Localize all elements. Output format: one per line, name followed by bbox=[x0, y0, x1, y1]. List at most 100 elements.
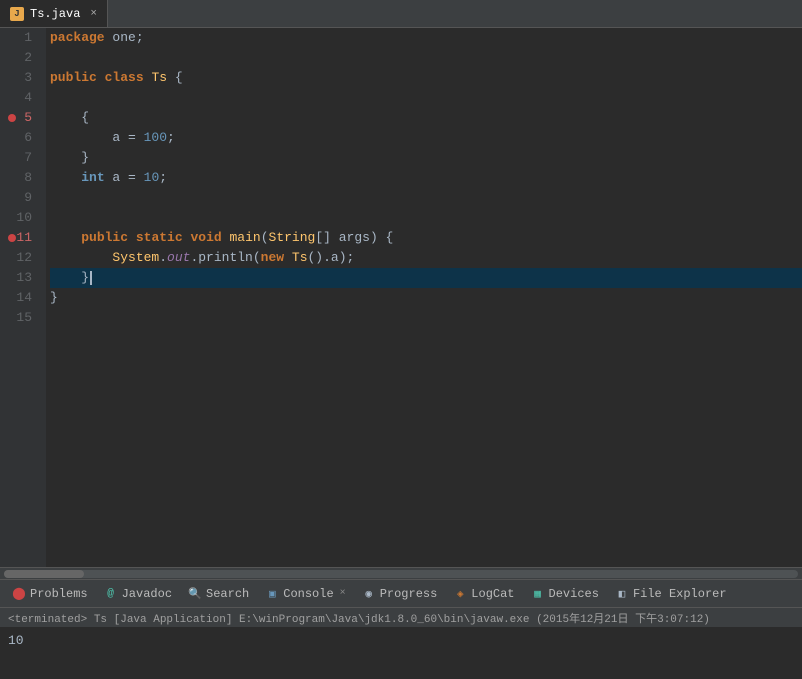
token-plain: [] args) { bbox=[315, 228, 393, 248]
logcat-label: LogCat bbox=[471, 587, 514, 601]
token-kw-static: static bbox=[136, 228, 183, 248]
btab-devices[interactable]: ▦Devices bbox=[523, 580, 607, 607]
editor-main: 123456789101112131415 package one; publi… bbox=[0, 28, 802, 567]
line-number-6: 6 bbox=[8, 128, 38, 148]
search-label: Search bbox=[206, 587, 249, 601]
code-line-5: { bbox=[50, 108, 802, 128]
code-line-3: public class Ts { bbox=[50, 68, 802, 88]
token-plain: . bbox=[159, 248, 167, 268]
token-plain: a = bbox=[50, 128, 144, 148]
token-plain: { bbox=[167, 68, 183, 88]
token-kw-package: package bbox=[50, 28, 105, 48]
tab-filename: Ts.java bbox=[30, 7, 80, 21]
tab-ts-java[interactable]: J Ts.java × bbox=[0, 0, 108, 27]
token-kw-class: class bbox=[105, 68, 144, 88]
line-number-5: 5 bbox=[8, 108, 38, 128]
token-plain bbox=[183, 228, 191, 248]
token-plain: ().a); bbox=[308, 248, 355, 268]
token-plain bbox=[222, 228, 230, 248]
line-number-11: 11 bbox=[8, 228, 38, 248]
tab-bar: J Ts.java × bbox=[0, 0, 802, 28]
token-class-name: System bbox=[112, 248, 159, 268]
code-line-11: public static void main(String[] args) { bbox=[50, 228, 802, 248]
token-number: 10 bbox=[144, 168, 160, 188]
btab-console[interactable]: ▣ Console × bbox=[257, 580, 353, 607]
token-plain bbox=[284, 248, 292, 268]
token-method-name: main bbox=[230, 228, 261, 248]
bottom-tabs-bar: ⬤Problems @ Javadoc 🔍 Search ▣ Console × ◉Progre… bbox=[0, 579, 802, 607]
java-file-icon: J bbox=[10, 7, 24, 21]
code-line-13: } bbox=[50, 268, 802, 288]
token-plain: } bbox=[50, 148, 89, 168]
console-close[interactable]: × bbox=[340, 588, 346, 599]
code-line-1: package one; bbox=[50, 28, 802, 48]
line-number-9: 9 bbox=[8, 188, 38, 208]
line-number-14: 14 bbox=[8, 288, 38, 308]
token-kw-int: int bbox=[81, 168, 104, 188]
console-icon: ▣ bbox=[265, 587, 279, 601]
token-plain bbox=[50, 228, 81, 248]
code-line-12: System.out.println(new Ts().a); bbox=[50, 248, 802, 268]
code-line-8: int a = 10; bbox=[50, 168, 802, 188]
javadoc-label: Javadoc bbox=[122, 587, 172, 601]
line-number-12: 12 bbox=[8, 248, 38, 268]
token-plain: { bbox=[50, 108, 89, 128]
btab-progress[interactable]: ◉Progress bbox=[354, 580, 446, 607]
code-line-7: } bbox=[50, 148, 802, 168]
line-number-15: 15 bbox=[8, 308, 38, 328]
token-plain bbox=[97, 68, 105, 88]
status-text: <terminated> Ts [Java Application] E:\wi… bbox=[8, 610, 710, 626]
token-plain: } bbox=[50, 288, 58, 308]
console-label: Console bbox=[283, 587, 333, 601]
token-plain: one; bbox=[105, 28, 144, 48]
code-line-2 bbox=[50, 48, 802, 68]
token-plain: } bbox=[50, 268, 89, 288]
fileexplorer-icon: ◧ bbox=[615, 587, 629, 601]
devices-label: Devices bbox=[549, 587, 599, 601]
token-kw-public: public bbox=[50, 68, 97, 88]
gutter-breakpoint bbox=[0, 28, 8, 567]
code-line-9 bbox=[50, 188, 802, 208]
breakpoint-dot bbox=[8, 234, 16, 242]
btab-javadoc[interactable]: @ Javadoc bbox=[96, 580, 180, 607]
line-number-3: 3 bbox=[8, 68, 38, 88]
scrollbar-thumb[interactable] bbox=[4, 570, 84, 578]
breakpoint-dot bbox=[8, 114, 16, 122]
text-cursor bbox=[90, 271, 92, 285]
token-plain: ( bbox=[261, 228, 269, 248]
search-icon: 🔍 bbox=[188, 587, 202, 601]
btab-fileexplorer[interactable]: ◧File Explorer bbox=[607, 580, 735, 607]
bottom-panel: ⬤Problems @ Javadoc 🔍 Search ▣ Console × ◉Progre… bbox=[0, 579, 802, 679]
token-plain: .println( bbox=[190, 248, 260, 268]
token-class-name: Ts bbox=[151, 68, 167, 88]
token-class-name: Ts bbox=[292, 248, 308, 268]
btab-search[interactable]: 🔍 Search bbox=[180, 580, 257, 607]
code-line-15 bbox=[50, 308, 802, 328]
line-number-8: 8 bbox=[8, 168, 38, 188]
code-area[interactable]: package one; public class Ts { { a = 100… bbox=[46, 28, 802, 567]
line-number-2: 2 bbox=[8, 48, 38, 68]
token-plain: a = bbox=[105, 168, 144, 188]
line-number-4: 4 bbox=[8, 88, 38, 108]
token-plain bbox=[50, 168, 81, 188]
btab-logcat[interactable]: ◈LogCat bbox=[445, 580, 522, 607]
token-kw-void: void bbox=[190, 228, 221, 248]
line-number-10: 10 bbox=[8, 208, 38, 228]
btab-problems[interactable]: ⬤Problems bbox=[4, 580, 96, 607]
token-plain: ; bbox=[159, 168, 167, 188]
token-plain bbox=[50, 248, 112, 268]
scrollbar-track[interactable] bbox=[4, 570, 798, 578]
token-plain bbox=[128, 228, 136, 248]
token-plain bbox=[144, 68, 152, 88]
progress-label: Progress bbox=[380, 587, 438, 601]
editor-container: 123456789101112131415 package one; publi… bbox=[0, 28, 802, 679]
token-plain: ; bbox=[167, 128, 175, 148]
javadoc-icon: @ bbox=[104, 587, 118, 601]
line-number-13: 13 bbox=[8, 268, 38, 288]
line-number-1: 1 bbox=[8, 28, 38, 48]
tab-close-button[interactable]: × bbox=[90, 8, 97, 20]
horizontal-scrollbar[interactable] bbox=[0, 567, 802, 579]
status-bar: <terminated> Ts [Java Application] E:\wi… bbox=[0, 607, 802, 627]
console-output[interactable]: 10 bbox=[0, 627, 802, 679]
problems-icon: ⬤ bbox=[12, 587, 26, 601]
